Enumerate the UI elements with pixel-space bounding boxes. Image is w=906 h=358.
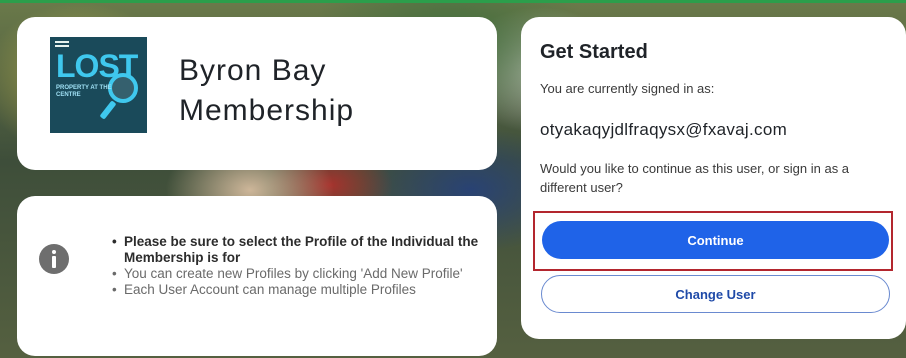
info-item-create-profile: You can create new Profiles by clicking … (112, 266, 482, 282)
magnifier-handle (99, 100, 117, 120)
lost-property-logo: LOST PROPERTY AT THE CENTRE (50, 37, 147, 133)
membership-title: Byron Bay Membership (179, 54, 355, 127)
continue-button[interactable]: Continue (542, 221, 889, 259)
window-top-border (0, 0, 906, 3)
brand-card: LOST PROPERTY AT THE CENTRE Byron Bay Me… (17, 17, 497, 170)
get-started-title: Get Started (540, 41, 648, 63)
continue-question: Would you like to continue as this user,… (540, 161, 850, 195)
get-started-card: Get Started You are currently signed in … (521, 17, 906, 339)
info-item-multiple-profiles: Each User Account can manage multiple Pr… (112, 282, 482, 298)
info-item-select-profile: Please be sure to select the Profile of … (112, 234, 482, 266)
info-list: Please be sure to select the Profile of … (112, 234, 482, 298)
change-user-button[interactable]: Change User (541, 275, 890, 313)
signed-in-label: You are currently signed in as: (540, 81, 715, 96)
info-card: Please be sure to select the Profile of … (17, 196, 497, 356)
info-icon (39, 244, 69, 274)
user-email: otyakaqyjdlfraqysx@fxavaj.com (540, 120, 788, 139)
logo-subtitle: PROPERTY AT THE CENTRE (56, 85, 112, 98)
